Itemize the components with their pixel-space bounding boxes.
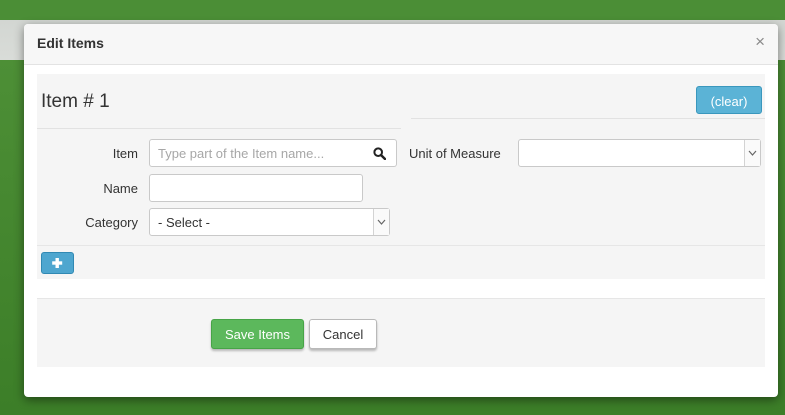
category-label: Category — [85, 215, 138, 230]
item-search-button[interactable] — [362, 139, 397, 167]
name-label: Name — [103, 181, 138, 196]
category-value: - Select - — [158, 215, 211, 230]
item-heading: Item # 1 — [41, 91, 110, 112]
modal-footer — [37, 298, 765, 367]
unit-of-measure-label: Unit of Measure — [409, 146, 501, 161]
modal-header: Edit Items × — [24, 24, 778, 65]
save-items-button[interactable]: Save Items — [211, 319, 304, 349]
add-item-button[interactable] — [41, 252, 74, 274]
modal-title: Edit Items — [37, 35, 104, 51]
fields-divider — [37, 245, 765, 246]
heading-divider-right — [411, 118, 765, 119]
category-select[interactable]: - Select - — [149, 208, 390, 236]
search-icon — [373, 147, 386, 160]
edit-items-modal: Edit Items × Item # 1 (clear) Item Unit … — [24, 24, 778, 397]
page-top-bar — [0, 0, 785, 20]
close-icon[interactable]: × — [755, 32, 765, 52]
name-input[interactable] — [149, 174, 363, 202]
plus-icon — [52, 258, 63, 268]
item-search-input[interactable] — [149, 139, 363, 167]
unit-of-measure-select[interactable] — [518, 139, 761, 167]
cancel-button[interactable]: Cancel — [309, 319, 377, 349]
item-panel: Item # 1 (clear) — [37, 74, 765, 279]
item-label: Item — [112, 146, 138, 161]
clear-button[interactable]: (clear) — [696, 86, 762, 114]
heading-divider — [37, 128, 401, 129]
chevron-down-icon — [744, 140, 760, 166]
chevron-down-icon — [373, 209, 389, 235]
